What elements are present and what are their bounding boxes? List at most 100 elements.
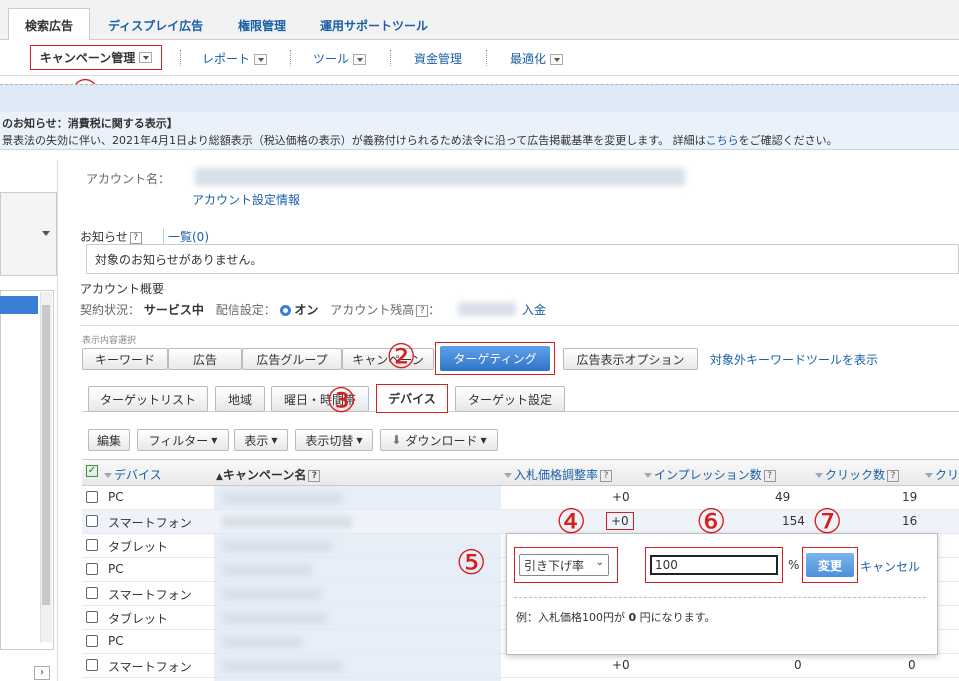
campaign-name-cell[interactable] <box>222 492 342 504</box>
overview-label: アカウント概要 <box>80 282 165 296</box>
cancel-link[interactable]: キャンセル <box>860 558 920 575</box>
header-campaign[interactable]: ▲キャンペーン名? <box>216 466 321 483</box>
help-icon[interactable]: ? <box>887 469 900 482</box>
nav-divider <box>390 50 391 66</box>
header-clicks[interactable]: クリック数? <box>815 466 900 483</box>
change-button[interactable]: 変更 <box>806 553 854 577</box>
view-tab-ad[interactable]: 広告 <box>168 348 242 370</box>
download-button[interactable]: ⬇ ダウンロード ▼ <box>380 429 498 451</box>
bid-adjust-cell[interactable]: +0 <box>612 490 630 504</box>
header-device[interactable]: デバイス <box>104 466 162 483</box>
deposit-link[interactable]: 入金 <box>522 301 546 318</box>
account-name-value <box>195 168 685 186</box>
table-row: スマートフォン +0 0 0 <box>82 654 959 678</box>
view-tab-keyword[interactable]: キーワード <box>82 348 168 370</box>
sidebar-account-dropdown[interactable] <box>0 192 57 276</box>
tool-menu[interactable]: ツール <box>313 50 367 67</box>
campaign-name-cell[interactable] <box>222 516 352 528</box>
radio-on[interactable] <box>279 305 291 316</box>
row-checkbox[interactable] <box>86 659 98 671</box>
header-impressions[interactable]: インプレッション数? <box>644 466 776 483</box>
notice-list-link[interactable]: 一覧(0) <box>163 228 209 245</box>
device-cell: タブレット <box>108 540 169 554</box>
select-all-checkbox[interactable]: ✓ <box>86 465 98 477</box>
clicks-cell: 16 <box>902 514 918 528</box>
popup-divider <box>514 597 926 598</box>
campaign-name-cell[interactable] <box>222 588 322 600</box>
row-checkbox[interactable] <box>86 611 98 623</box>
row-checkbox[interactable] <box>86 635 98 647</box>
marker-3: ③ <box>326 381 357 421</box>
bid-adjust-cell-active[interactable]: +0 <box>606 512 634 530</box>
device-cell: PC <box>108 562 124 576</box>
rate-input[interactable]: 100 <box>650 555 778 575</box>
chevron-down-icon <box>353 54 367 65</box>
row-checkbox[interactable] <box>86 587 98 599</box>
marker-4: ④ <box>556 502 587 542</box>
account-name-label: アカウント名： <box>86 172 171 186</box>
row-checkbox[interactable] <box>86 563 98 575</box>
tab-display-ads[interactable]: ディスプレイ広告 <box>108 17 203 34</box>
optimize-menu[interactable]: 最適化 <box>510 50 564 67</box>
subtab-target-list[interactable]: ターゲットリスト <box>88 386 208 412</box>
row-checkbox[interactable] <box>86 491 98 503</box>
device-cell: PC <box>108 634 124 648</box>
device-cell: スマートフォン <box>108 516 192 530</box>
display-toggle-button[interactable]: 表示切替 ▼ <box>295 429 373 451</box>
campaign-name-cell[interactable] <box>222 612 327 624</box>
sort-icon <box>504 473 512 478</box>
notice-detail-link[interactable]: こちら <box>706 134 739 147</box>
help-icon[interactable]: ? <box>600 469 613 482</box>
tab-search-ads[interactable]: 検索広告 <box>8 8 90 41</box>
sidebar-expand-button[interactable]: › <box>34 666 50 680</box>
funds-menu[interactable]: 資金管理 <box>414 50 462 67</box>
delivery-status: オン <box>294 303 319 317</box>
view-tab-adgroup[interactable]: 広告グループ <box>242 348 342 370</box>
contract-status: サービス中 <box>143 303 204 317</box>
edit-button[interactable]: 編集 <box>88 429 130 451</box>
adjust-type-select[interactable]: 引き下げ率 ⌄ <box>519 554 609 576</box>
tab-support-tools[interactable]: 運用サポートツール <box>320 17 428 34</box>
impressions-cell: 0 <box>794 658 802 672</box>
campaign-name-cell[interactable] <box>222 564 312 576</box>
view-tab-ad-extensions[interactable]: 広告表示オプション <box>563 348 698 370</box>
bid-adjust-cell[interactable]: +0 <box>612 658 630 672</box>
subtab-region[interactable]: 地域 <box>215 386 265 412</box>
header-ctr[interactable]: クリ <box>925 466 959 483</box>
row-checkbox[interactable] <box>86 539 98 551</box>
example-text: 例：入札価格100円が 0 円になります。 <box>516 611 716 624</box>
campaign-name-cell[interactable] <box>222 540 332 552</box>
impressions-cell: 49 <box>775 490 791 504</box>
chevron-down-icon: ⌄ <box>595 557 604 568</box>
view-tab-targeting[interactable]: ターゲティング <box>440 346 550 371</box>
subtab-device[interactable]: デバイス <box>376 384 448 413</box>
chevron-down-icon <box>550 54 564 65</box>
chevron-down-icon <box>139 52 153 63</box>
notice-title: のお知らせ：消費税に関する表示】 <box>2 117 178 130</box>
campaign-name-cell[interactable] <box>222 660 342 672</box>
clicks-cell: 0 <box>908 658 916 672</box>
row-checkbox[interactable] <box>86 515 98 527</box>
report-menu[interactable]: レポート <box>202 50 268 67</box>
excluded-keyword-tool-link[interactable]: 対象外キーワードツールを表示 <box>710 351 878 368</box>
display-button[interactable]: 表示 ▼ <box>234 429 288 451</box>
sidebar-selected-item[interactable] <box>0 296 38 314</box>
header-bid-adjust[interactable]: 入札価格調整率? <box>504 466 613 483</box>
device-cell: スマートフォン <box>108 588 192 602</box>
chevron-down-icon <box>254 54 268 65</box>
help-icon[interactable]: ? <box>416 304 429 317</box>
campaign-name-cell[interactable] <box>222 636 302 648</box>
account-settings-link[interactable]: アカウント設定情報 <box>192 191 300 208</box>
clicks-cell: 19 <box>902 490 918 504</box>
help-icon[interactable]: ? <box>129 231 142 244</box>
marker-2: ② <box>386 337 417 377</box>
campaign-management-menu[interactable]: キャンペーン管理 <box>30 45 162 70</box>
separator <box>80 325 959 326</box>
help-icon[interactable]: ? <box>308 469 321 482</box>
sidebar-scroll-thumb[interactable] <box>42 305 50 605</box>
filter-button[interactable]: フィルター ▼ <box>137 429 229 451</box>
tab-permissions[interactable]: 権限管理 <box>238 17 286 34</box>
overview-row: 契約状況： サービス中 配信設定： オン アカウント残高?： <box>80 303 441 317</box>
help-icon[interactable]: ? <box>763 469 776 482</box>
subtab-target-settings[interactable]: ターゲット設定 <box>455 386 565 412</box>
